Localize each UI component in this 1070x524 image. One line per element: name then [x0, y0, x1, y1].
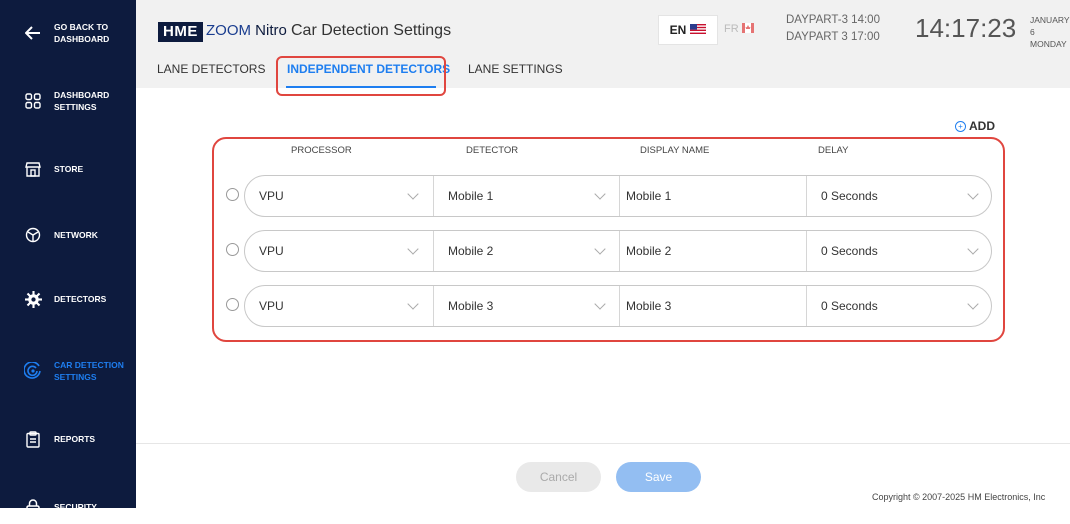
- sidebar-item-label: DASHBOARD SETTINGS: [54, 90, 110, 112]
- daypart-line-1: DAYPART-3 14:00: [786, 14, 880, 26]
- network-icon: [24, 226, 42, 244]
- display-name-input[interactable]: Mobile 1: [620, 176, 805, 216]
- radar-icon: [24, 362, 42, 380]
- processor-value: VPU: [259, 189, 284, 203]
- clipboard-icon: [24, 430, 42, 448]
- row-pill: VPU Mobile 2 Mobile 2 0 Seconds: [244, 230, 992, 272]
- store-icon: [24, 160, 42, 178]
- sidebar-item-label: SECURITY: [54, 502, 97, 512]
- chevron-down-icon: [967, 188, 979, 200]
- sidebar-item-security[interactable]: SECURITY: [0, 490, 136, 524]
- sidebar: GO BACK TO DASHBOARD DASHBOARD SETTINGS …: [0, 0, 136, 516]
- display-name-value: Mobile 3: [626, 299, 672, 313]
- sidebar-item-label: DETECTORS: [54, 294, 107, 304]
- delay-select[interactable]: 0 Seconds: [807, 176, 991, 216]
- page-title: Car Detection Settings: [291, 22, 452, 39]
- footer-divider: [136, 443, 1070, 444]
- delay-value: 0 Seconds: [821, 244, 878, 258]
- row-select-radio[interactable]: [226, 243, 239, 256]
- processor-select[interactable]: VPU: [259, 286, 431, 326]
- display-name-value: Mobile 2: [626, 244, 672, 258]
- processor-select[interactable]: VPU: [259, 231, 431, 271]
- detector-value: Mobile 2: [448, 244, 494, 258]
- detector-value: Mobile 3: [448, 299, 494, 313]
- sidebar-item-network[interactable]: NETWORK: [0, 218, 136, 252]
- logo-nitro-text: Nitro: [255, 22, 287, 39]
- add-label: ADD: [969, 119, 995, 133]
- daypart-info: DAYPART-3 14:00 DAYPART 3 17:00: [786, 12, 880, 46]
- add-button[interactable]: + ADD: [955, 119, 995, 133]
- sidebar-item-label: GO BACK TO DASHBOARD: [54, 22, 110, 44]
- table-row: VPU Mobile 3 Mobile 3 0 Seconds: [226, 285, 992, 329]
- logo-zoom-text: ZOOM: [206, 22, 251, 39]
- lock-icon: [24, 498, 42, 516]
- lang-en-label: EN: [669, 23, 687, 37]
- tab-lane-settings[interactable]: LANE SETTINGS: [468, 62, 563, 76]
- sidebar-item-label: NETWORK: [54, 230, 98, 240]
- plus-circle-icon: +: [955, 120, 966, 132]
- daypart-line-2: DAYPART 3 17:00: [786, 31, 880, 43]
- tab-highlight-box: [276, 56, 446, 96]
- display-name-input[interactable]: Mobile 2: [620, 231, 805, 271]
- row-pill: VPU Mobile 3 Mobile 3 0 Seconds: [244, 285, 992, 327]
- delay-select[interactable]: 0 Seconds: [807, 231, 991, 271]
- sidebar-item-back-to-dashboard[interactable]: GO BACK TO DASHBOARD: [0, 16, 136, 50]
- detector-select[interactable]: Mobile 1: [434, 176, 618, 216]
- delay-value: 0 Seconds: [821, 299, 878, 313]
- processor-value: VPU: [259, 299, 284, 313]
- table-row: VPU Mobile 1 Mobile 1 0 Seconds: [226, 175, 992, 219]
- chevron-down-icon: [407, 298, 419, 310]
- cancel-button[interactable]: Cancel: [516, 462, 601, 492]
- chevron-down-icon: [594, 243, 606, 255]
- sidebar-item-detectors[interactable]: DETECTORS: [0, 282, 136, 316]
- chevron-down-icon: [967, 243, 979, 255]
- date-line-2: MONDAY: [1030, 39, 1067, 49]
- chevron-down-icon: [407, 188, 419, 200]
- column-header-delay: DELAY: [818, 145, 849, 156]
- hme-logo: HME: [158, 22, 203, 42]
- language-en-button[interactable]: EN: [658, 15, 718, 45]
- chevron-down-icon: [407, 243, 419, 255]
- detector-select[interactable]: Mobile 2: [434, 231, 618, 271]
- processor-select[interactable]: VPU: [259, 176, 431, 216]
- sidebar-item-label: REPORTS: [54, 434, 96, 444]
- chevron-down-icon: [594, 298, 606, 310]
- display-name-value: Mobile 1: [626, 189, 672, 203]
- us-flag-icon: [690, 23, 707, 37]
- canada-flag-icon: [741, 22, 754, 36]
- language-fr-button[interactable]: FR: [724, 15, 754, 43]
- column-header-display-name: DISPLAY NAME: [640, 145, 710, 156]
- copyright-text: Copyright © 2007-2025 HM Electronics, In…: [872, 492, 1046, 502]
- row-select-radio[interactable]: [226, 188, 239, 201]
- arrow-left-icon: [24, 24, 42, 42]
- save-button[interactable]: Save: [616, 462, 701, 492]
- sidebar-item-car-detection-settings[interactable]: CAR DETECTION SETTINGS: [0, 354, 136, 388]
- table-row: VPU Mobile 2 Mobile 2 0 Seconds: [226, 230, 992, 274]
- zoom-nitro-logo: ZOOM Nitro: [206, 22, 287, 39]
- lang-fr-label: FR: [724, 23, 739, 35]
- row-pill: VPU Mobile 1 Mobile 1 0 Seconds: [244, 175, 992, 217]
- gear-icon: [24, 290, 42, 308]
- date-display: JANUARY 6 MONDAY: [1030, 14, 1070, 50]
- tab-lane-detectors[interactable]: LANE DETECTORS: [157, 62, 265, 76]
- chevron-down-icon: [594, 188, 606, 200]
- chevron-down-icon: [967, 298, 979, 310]
- dashboard-grid-icon: [24, 92, 42, 110]
- sidebar-item-label: CAR DETECTION SETTINGS: [54, 360, 124, 382]
- delay-value: 0 Seconds: [821, 189, 878, 203]
- column-header-detector: DETECTOR: [466, 145, 519, 156]
- sidebar-item-label: STORE: [54, 164, 84, 174]
- column-header-processor: PROCESSOR: [291, 145, 352, 156]
- display-name-input[interactable]: Mobile 3: [620, 286, 805, 326]
- detector-select[interactable]: Mobile 3: [434, 286, 618, 326]
- delay-select[interactable]: 0 Seconds: [807, 286, 991, 326]
- sidebar-item-reports[interactable]: REPORTS: [0, 422, 136, 456]
- sidebar-item-store[interactable]: STORE: [0, 152, 136, 186]
- sidebar-item-dashboard-settings[interactable]: DASHBOARD SETTINGS: [0, 84, 136, 118]
- detector-value: Mobile 1: [448, 189, 494, 203]
- processor-value: VPU: [259, 244, 284, 258]
- clock: 14:17:23: [915, 13, 1017, 43]
- date-line-1: JANUARY 6: [1030, 15, 1070, 37]
- row-select-radio[interactable]: [226, 298, 239, 311]
